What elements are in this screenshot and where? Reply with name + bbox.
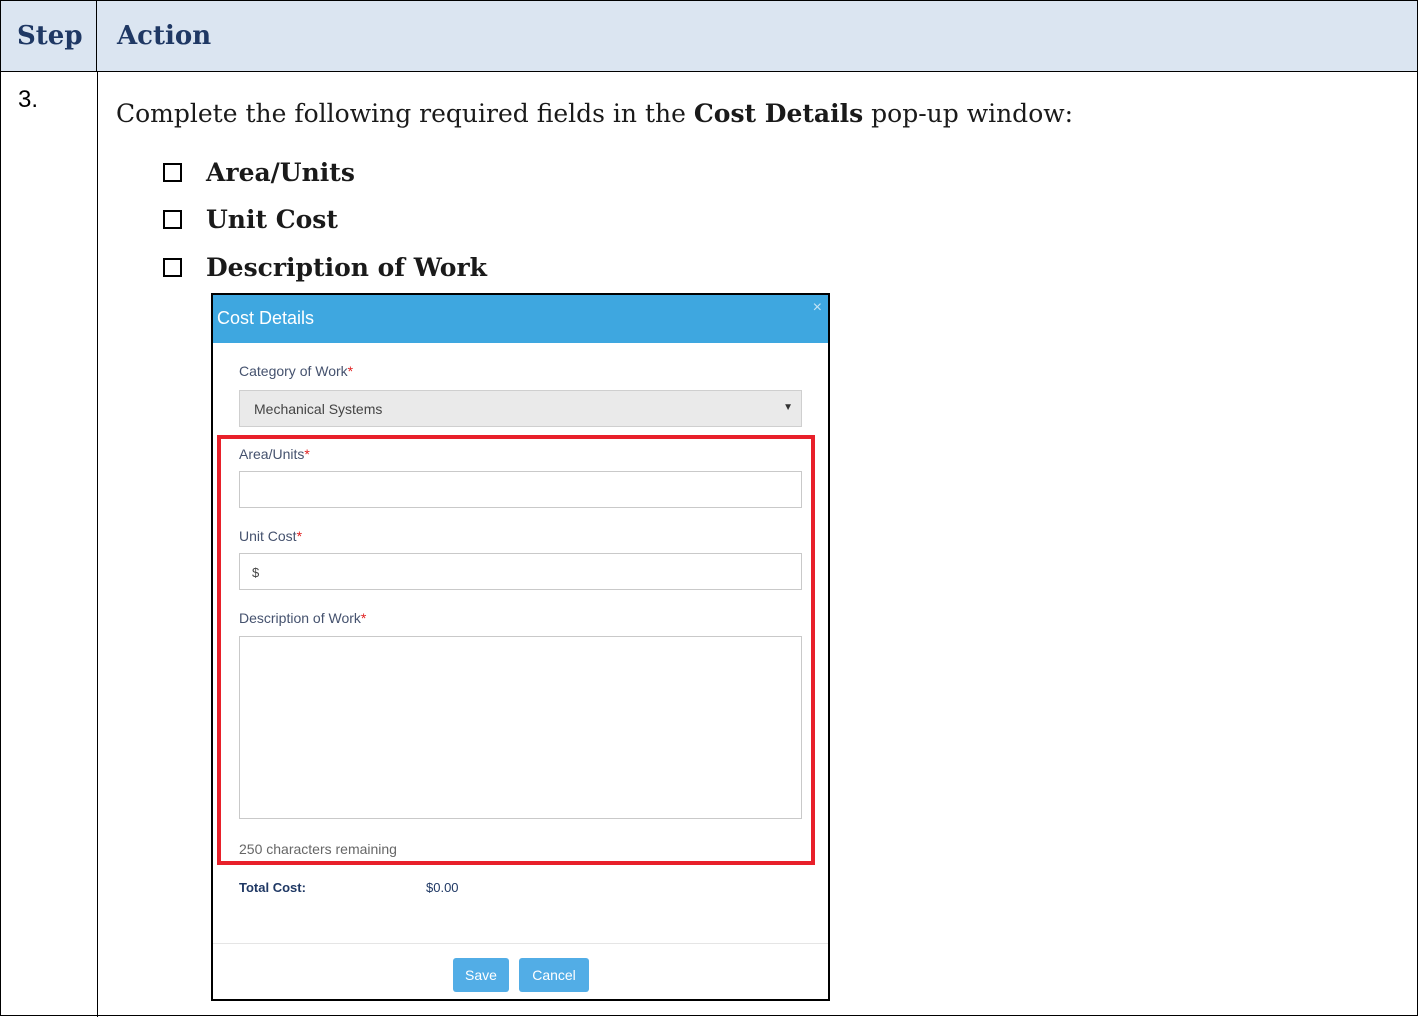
total-cost-value: $0.00	[426, 880, 459, 895]
checklist-label: Area/Units	[206, 157, 355, 187]
unit-cost-label-text: Unit Cost	[239, 528, 297, 544]
unit-cost-value: $	[252, 565, 260, 580]
modal-header: Cost Details ×	[213, 295, 828, 343]
required-marker: *	[296, 528, 303, 544]
required-marker: *	[304, 446, 310, 462]
modal-footer-divider	[213, 943, 828, 944]
close-icon[interactable]: ×	[813, 299, 822, 317]
step-instruction: Complete the following required fields i…	[116, 99, 1073, 128]
save-button[interactable]: Save	[453, 958, 509, 992]
step-number: 3.	[18, 86, 39, 113]
area-units-label-text: Area/Units	[239, 446, 305, 462]
header-step-label: Step	[17, 21, 83, 51]
checklist-item-unit-cost: Unit Cost	[163, 203, 338, 235]
instruction-text-end: pop-up window:	[863, 99, 1074, 128]
header-step-cell: Step	[1, 1, 97, 71]
unit-cost-input[interactable]: $	[239, 553, 802, 590]
category-selected-value: Mechanical Systems	[254, 401, 383, 417]
table-header-row: Step Action	[1, 1, 1417, 72]
total-cost-label: Total Cost:	[239, 880, 306, 895]
description-label-text: Description of Work	[239, 610, 361, 626]
characters-remaining: 250 characters remaining	[239, 841, 397, 857]
checkbox-icon	[163, 162, 182, 182]
cost-details-modal: Cost Details × Category of Work* Mechani…	[211, 293, 830, 1001]
required-marker: *	[360, 610, 367, 626]
column-divider	[97, 71, 98, 1017]
unit-cost-label: Unit Cost*	[239, 528, 302, 544]
modal-title: Cost Details	[217, 308, 315, 328]
checkbox-icon	[163, 209, 182, 229]
area-units-input[interactable]	[239, 471, 802, 508]
instruction-bold-text: Cost Details	[693, 99, 864, 128]
category-select[interactable]: Mechanical Systems ▼	[239, 390, 802, 427]
required-marker: *	[347, 363, 354, 379]
category-label-text: Category of Work	[239, 363, 348, 379]
checklist-item-description: Description of Work	[163, 251, 487, 283]
description-textarea[interactable]	[239, 636, 802, 819]
cancel-button[interactable]: Cancel	[519, 958, 589, 992]
checkbox-icon	[163, 257, 182, 277]
checklist-label: Description of Work	[206, 252, 487, 282]
dropdown-arrow-icon: ▼	[783, 402, 793, 413]
description-label: Description of Work*	[239, 610, 366, 626]
checklist-label: Unit Cost	[206, 204, 338, 234]
category-label: Category of Work*	[239, 363, 353, 379]
area-units-label: Area/Units*	[239, 446, 310, 462]
checklist-item-area-units: Area/Units	[163, 156, 355, 188]
header-action-label: Action	[117, 21, 212, 51]
instruction-text: Complete the following required fields i…	[116, 99, 694, 128]
